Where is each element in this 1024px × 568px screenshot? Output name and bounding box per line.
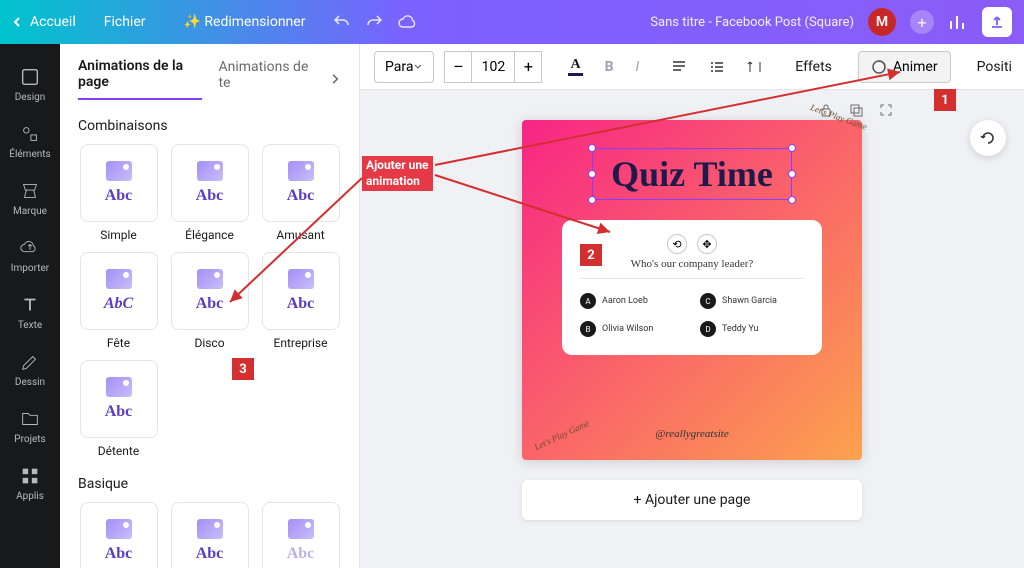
- home-label: Accueil: [30, 14, 76, 30]
- nav-projects[interactable]: Projets: [0, 398, 60, 455]
- nav-upload[interactable]: Importer: [0, 227, 60, 284]
- step-1: 1: [934, 89, 956, 111]
- tile-elegance[interactable]: AbcÉlégance: [169, 144, 250, 242]
- move-control-icon[interactable]: ✥: [697, 234, 717, 254]
- font-size-stepper: – +: [444, 51, 542, 83]
- callout-add-animation: Ajouter uneanimation: [362, 156, 433, 191]
- text-toolbar: Para – + A B I Effets Animer Positi: [360, 44, 1024, 90]
- section-basic: Basique: [60, 458, 359, 502]
- share-button[interactable]: [982, 7, 1012, 37]
- option-b[interactable]: BOlivia Wilson: [580, 321, 684, 337]
- quiz-question: Who's our company leader?: [631, 258, 754, 270]
- option-c[interactable]: CShawn Garcia: [700, 293, 804, 309]
- left-nav: Design Éléments Marque Importer Texte De…: [0, 44, 60, 568]
- position-button[interactable]: Positi: [971, 55, 1018, 79]
- animate-button[interactable]: Animer: [858, 51, 951, 83]
- font-size-input[interactable]: [472, 51, 514, 83]
- chevron-right-icon[interactable]: [329, 72, 342, 86]
- tile-fete[interactable]: AbCFête: [78, 252, 159, 350]
- step-2: 2: [580, 244, 602, 266]
- list-button[interactable]: [703, 55, 731, 79]
- quiz-card[interactable]: ⟲ ✥ Who's our company leader? AAaron Loe…: [562, 220, 822, 355]
- analytics-icon[interactable]: [948, 12, 968, 32]
- tile-detente[interactable]: AbcDétente: [78, 360, 159, 458]
- redo-icon[interactable]: [365, 13, 383, 31]
- font-select[interactable]: Para: [374, 51, 434, 83]
- tile-basic-1[interactable]: Abc: [78, 502, 159, 568]
- nav-design[interactable]: Design: [0, 56, 60, 113]
- expand-icon[interactable]: [878, 102, 894, 118]
- tile-entreprise[interactable]: AbcEntreprise: [260, 252, 341, 350]
- option-a[interactable]: AAaron Loeb: [580, 293, 684, 309]
- topbar-history-icons: [333, 13, 417, 31]
- undo-icon[interactable]: [333, 13, 351, 31]
- spacing-button[interactable]: [741, 55, 769, 79]
- quiz-title-text[interactable]: Quiz Time: [611, 153, 773, 195]
- nav-elements[interactable]: Éléments: [0, 113, 60, 170]
- chevron-left-icon: [12, 16, 24, 28]
- section-combos: Combinaisons: [60, 100, 359, 144]
- add-page-button[interactable]: + Ajouter une page: [522, 480, 862, 520]
- cloud-sync-icon[interactable]: [397, 13, 417, 31]
- option-d[interactable]: DTeddy Yu: [700, 321, 804, 337]
- invite-button[interactable]: +: [910, 10, 934, 34]
- topbar: Accueil Fichier ✨ Redimensionner Sans ti…: [0, 0, 1024, 44]
- avatar[interactable]: M: [868, 8, 896, 36]
- tile-simple[interactable]: AbcSimple: [78, 144, 159, 242]
- social-handle: @reallygreatsite: [655, 428, 728, 440]
- resize-menu[interactable]: ✨ Redimensionner: [174, 10, 316, 34]
- home-link[interactable]: Accueil: [12, 14, 76, 30]
- upload-icon: [989, 14, 1005, 30]
- nav-text[interactable]: Texte: [0, 284, 60, 341]
- design-page[interactable]: Let's Play Game Quiz Time ⟲ ✥ Who's our …: [522, 120, 862, 460]
- tile-amusant[interactable]: AbcAmusant: [260, 144, 341, 242]
- panel-tabs: Animations de la page Animations de te: [60, 44, 359, 100]
- quiz-title-selection[interactable]: Quiz Time: [592, 148, 792, 200]
- tile-disco[interactable]: AbcDisco: [169, 252, 250, 350]
- topbar-right: Sans titre - Facebook Post (Square) M +: [650, 7, 1012, 37]
- tile-basic-3[interactable]: Abc: [260, 502, 341, 568]
- topbar-left: Accueil Fichier ✨ Redimensionner: [12, 10, 315, 34]
- nav-brand[interactable]: Marque: [0, 170, 60, 227]
- nav-apps[interactable]: Applis: [0, 455, 60, 512]
- nav-draw[interactable]: Dessin: [0, 341, 60, 398]
- curved-text-bottom: Let's Play Game: [533, 418, 591, 452]
- effects-button[interactable]: Effets: [789, 55, 838, 79]
- text-color-button[interactable]: A: [562, 53, 588, 80]
- undo-fab[interactable]: [970, 120, 1006, 156]
- tab-text-animations[interactable]: Animations de te: [218, 59, 312, 99]
- doc-title[interactable]: Sans titre - Facebook Post (Square): [650, 15, 854, 30]
- animate-icon: [871, 59, 887, 75]
- align-button[interactable]: [665, 55, 693, 79]
- step-3: 3: [232, 358, 254, 380]
- tile-basic-2[interactable]: Abc: [169, 502, 250, 568]
- bold-button[interactable]: B: [599, 55, 620, 79]
- animations-panel: Animations de la page Animations de te C…: [60, 44, 360, 568]
- italic-button[interactable]: I: [630, 55, 646, 79]
- font-size-plus[interactable]: +: [514, 51, 542, 83]
- file-menu[interactable]: Fichier: [94, 10, 156, 34]
- rotate-icon: [979, 129, 997, 147]
- reload-control-icon[interactable]: ⟲: [667, 234, 687, 254]
- font-size-minus[interactable]: –: [444, 51, 472, 83]
- canvas-area: Para – + A B I Effets Animer Positi: [360, 44, 1024, 568]
- tab-page-animations[interactable]: Animations de la page: [78, 58, 202, 100]
